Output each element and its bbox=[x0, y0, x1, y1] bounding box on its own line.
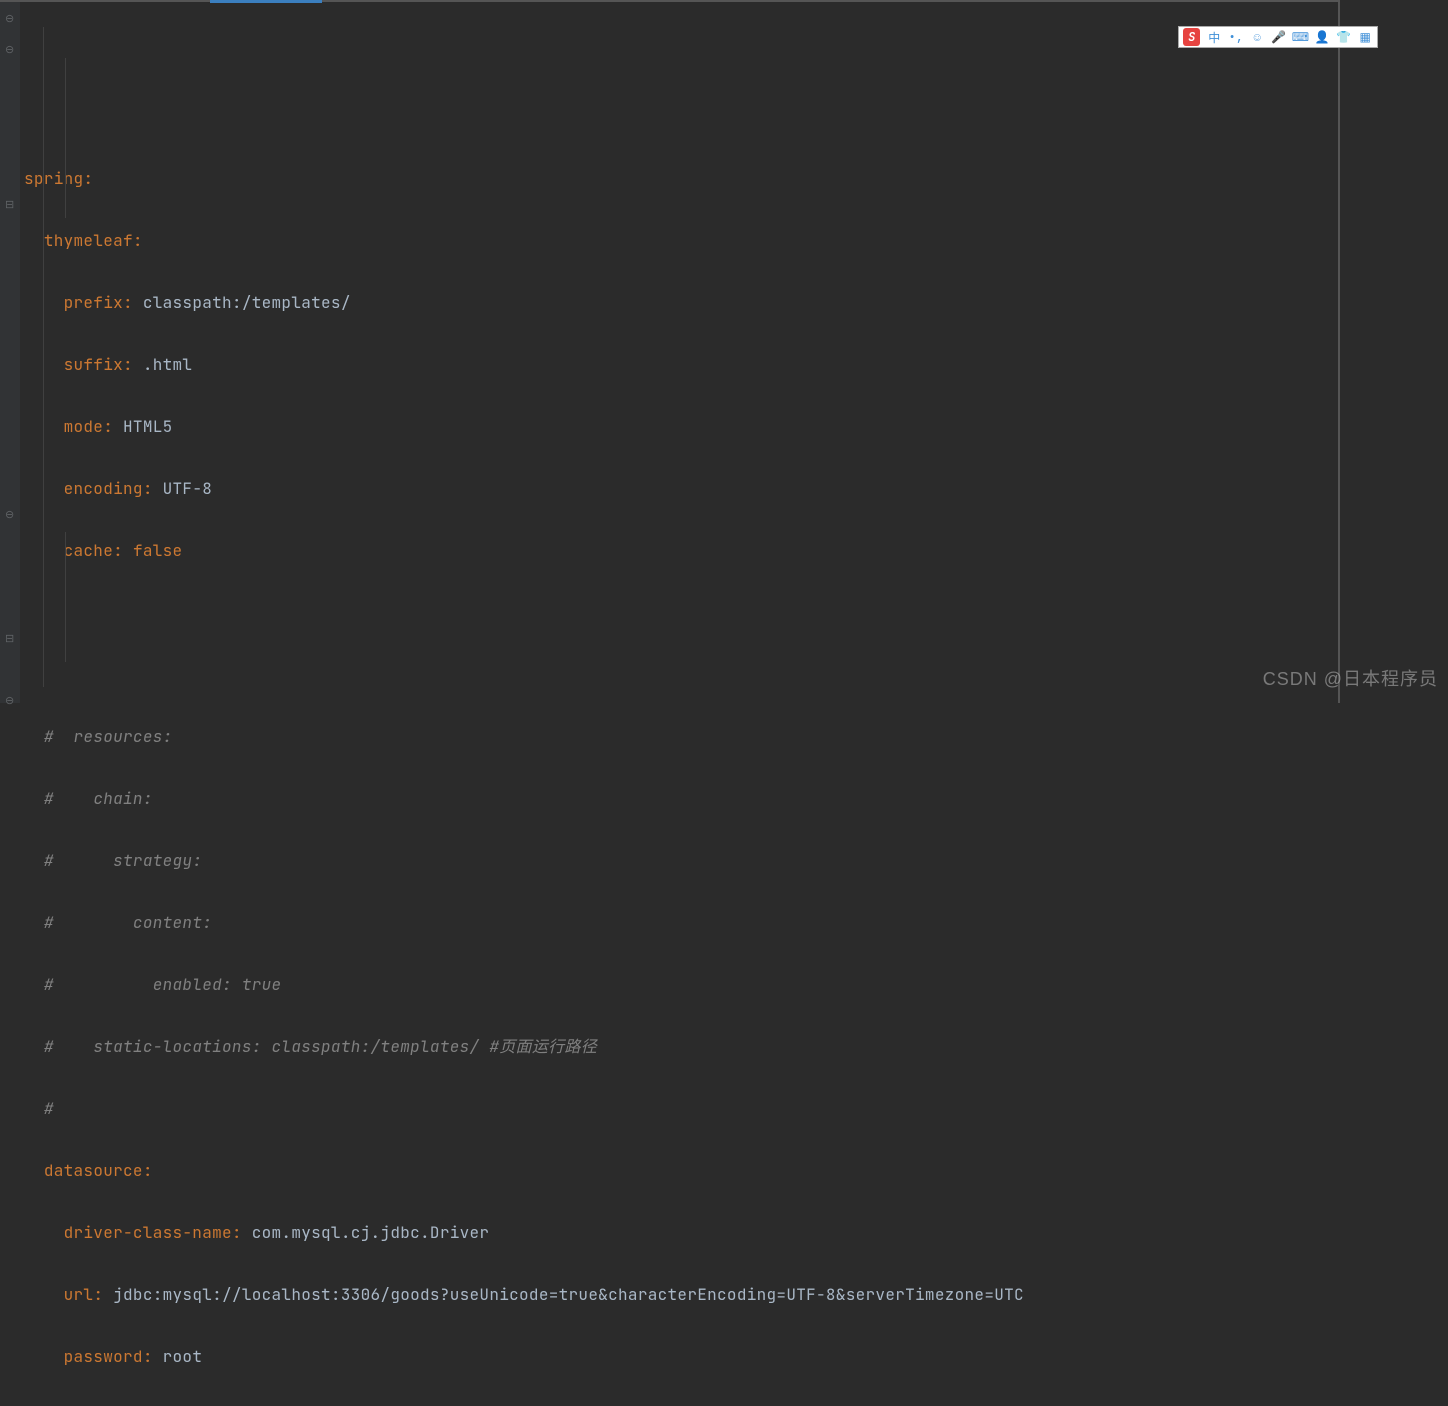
code-line: prefix: classpath:/templates/ bbox=[24, 287, 1334, 318]
code-line: spring: bbox=[24, 163, 1334, 194]
code-line: cache: false bbox=[24, 535, 1334, 566]
code-line: # resources: bbox=[24, 721, 1334, 752]
ime-grid-icon[interactable]: ▦ bbox=[1357, 29, 1373, 45]
code-line: driver-class-name: com.mysql.cj.jdbc.Dri… bbox=[24, 1217, 1334, 1248]
code-line: # bbox=[24, 1093, 1334, 1124]
gutter[interactable]: ⊖ ⊖ ⊟ ⊖ ⊟ ⊖ bbox=[0, 2, 20, 703]
fold-marker-icon[interactable]: ⊖ bbox=[5, 14, 15, 24]
ime-user-icon[interactable]: 👤 bbox=[1314, 29, 1330, 45]
editor-frame: ⊖ ⊖ ⊟ ⊖ ⊟ ⊖ spring: thymeleaf: prefix: c… bbox=[0, 0, 1340, 703]
fold-marker-icon[interactable]: ⊖ bbox=[5, 696, 15, 706]
code-line: datasource: bbox=[24, 1155, 1334, 1186]
code-line: # strategy: bbox=[24, 845, 1334, 876]
code-line: thymeleaf: bbox=[24, 225, 1334, 256]
code-line: # content: bbox=[24, 907, 1334, 938]
ime-mic-icon[interactable]: 🎤 bbox=[1271, 29, 1287, 45]
code-area[interactable]: spring: thymeleaf: prefix: classpath:/te… bbox=[20, 2, 1338, 703]
ime-punct-icon[interactable]: •, bbox=[1228, 29, 1244, 45]
fold-marker-icon[interactable]: ⊖ bbox=[5, 510, 15, 520]
fold-marker-icon[interactable]: ⊟ bbox=[5, 634, 15, 644]
code-line: encoding: UTF-8 bbox=[24, 473, 1334, 504]
code-line: username: root bbox=[24, 1403, 1334, 1406]
code-line: mode: HTML5 bbox=[24, 411, 1334, 442]
ime-toolbar[interactable]: S 中 •, ☺ 🎤 ⌨ 👤 👕 ▦ bbox=[1178, 26, 1378, 48]
code-line: # chain: bbox=[24, 783, 1334, 814]
ime-emoji-icon[interactable]: ☺ bbox=[1249, 29, 1265, 45]
code-line bbox=[24, 597, 1334, 628]
code-line: password: root bbox=[24, 1341, 1334, 1372]
fold-marker-icon[interactable]: ⊟ bbox=[5, 200, 15, 210]
ime-skin-icon[interactable]: 👕 bbox=[1336, 29, 1352, 45]
ime-logo-icon[interactable]: S bbox=[1183, 28, 1200, 46]
code-line: suffix: .html bbox=[24, 349, 1334, 380]
watermark: CSDN @日本程序员 bbox=[1263, 665, 1438, 691]
code-line: # enabled: true bbox=[24, 969, 1334, 1000]
ime-lang-button[interactable]: 中 bbox=[1206, 29, 1222, 45]
code-line: url: jdbc:mysql://localhost:3306/goods?u… bbox=[24, 1279, 1334, 1310]
code-line: # static-locations: classpath:/templates… bbox=[24, 1031, 1334, 1062]
code-line bbox=[24, 659, 1334, 690]
ime-keyboard-icon[interactable]: ⌨ bbox=[1292, 29, 1308, 45]
fold-marker-icon[interactable]: ⊖ bbox=[5, 45, 15, 55]
